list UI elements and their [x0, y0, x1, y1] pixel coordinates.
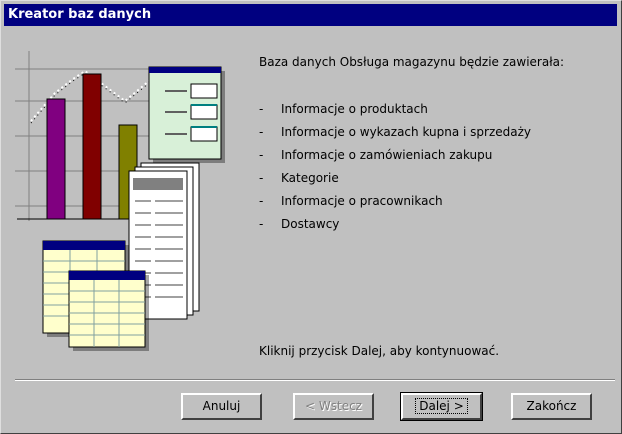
list-item-label: Informacje o pracownikach	[281, 194, 443, 208]
list-item-label: Dostawcy	[281, 217, 340, 231]
bullet-dash: -	[259, 102, 264, 116]
next-button-label: Dalej >	[415, 398, 468, 414]
bar-chart-icon	[46, 73, 138, 220]
list-item-label: Informacje o zamówieniach zakupu	[281, 148, 493, 162]
list-item-label: Informacje o wykazach kupna i sprzedaży	[281, 125, 532, 139]
cancel-button[interactable]: Anuluj	[181, 393, 262, 420]
bullet-dash: -	[259, 194, 264, 208]
intro-text: Baza danych Obsługa magazynu będzie zawi…	[259, 55, 565, 69]
window-title: Kreator baz danych	[4, 4, 617, 26]
bullet-dash: -	[259, 171, 264, 185]
bullet-dash: -	[259, 148, 264, 162]
list-item-label: Kategorie	[281, 171, 339, 185]
bullet-dash: -	[259, 217, 264, 231]
next-button[interactable]: Dalej >	[400, 392, 483, 421]
bullet-dash: -	[259, 125, 264, 139]
wizard-content: Baza danych Obsługa magazynu będzie zawi…	[259, 52, 604, 236]
back-button[interactable]: < Wstecz	[293, 393, 374, 420]
list-item: - Informacje o zamówieniach zakupu	[259, 144, 604, 167]
list-item: - Kategorie	[259, 167, 604, 190]
table-list: - Informacje o produktach - Informacje o w…	[259, 98, 604, 236]
list-item-label: Informacje o produktach	[281, 102, 428, 116]
form-icon	[148, 66, 225, 163]
database-wizard-window: Kreator baz danych Baza danych Obsługa m…	[0, 0, 622, 434]
list-item: - Informacje o wykazach kupna i sprzedaży	[259, 121, 604, 144]
wizard-illustration	[15, 51, 225, 351]
instruction-text: Kliknij przycisk Dalej, aby kontynuować.	[259, 344, 500, 358]
list-item: - Dostawcy	[259, 213, 604, 236]
separator	[15, 379, 615, 381]
table-front-icon	[68, 270, 149, 351]
list-item: - Informacje o pracownikach	[259, 190, 604, 213]
finish-button[interactable]: Zakończ	[511, 393, 592, 420]
list-item: - Informacje o produktach	[259, 98, 604, 121]
